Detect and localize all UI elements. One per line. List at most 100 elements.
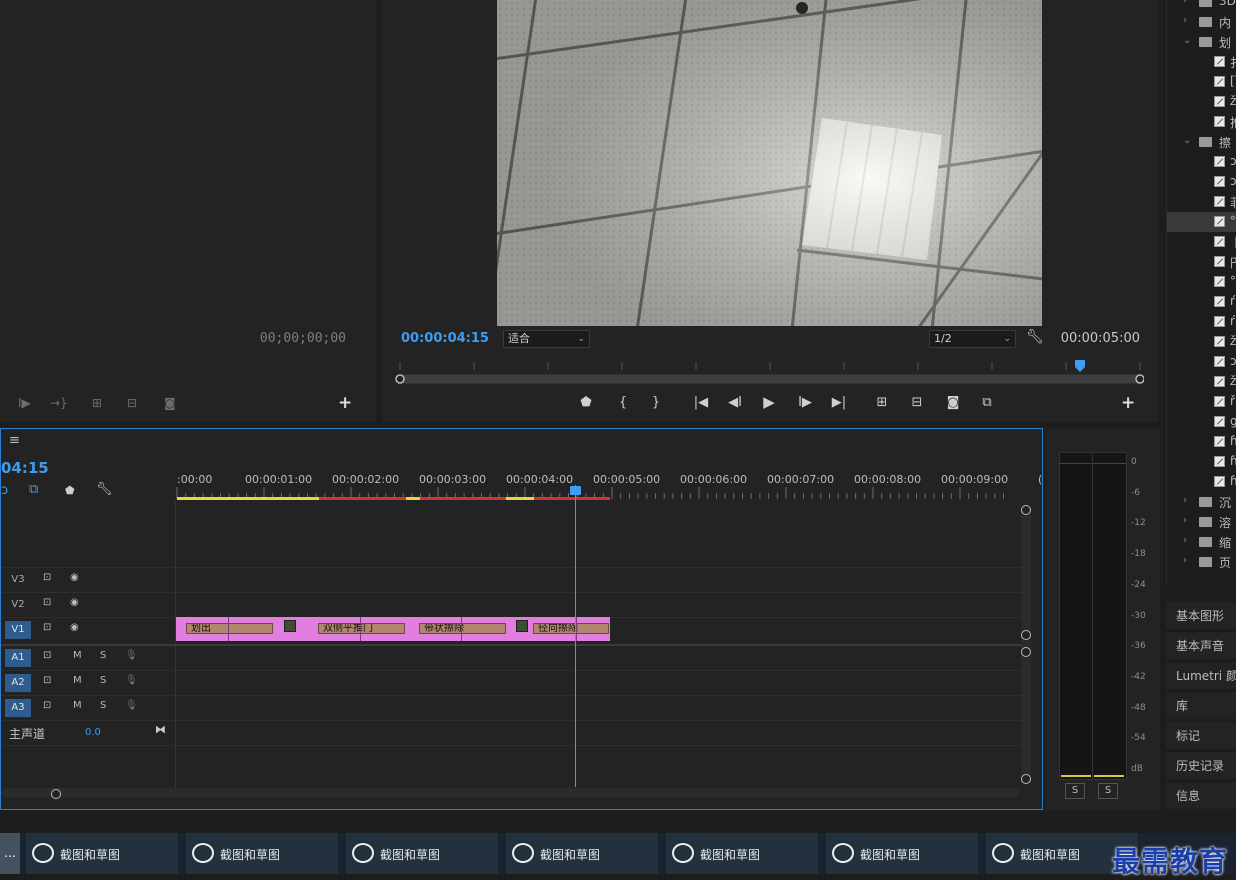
mark-in-icon[interactable]: {: [612, 395, 634, 410]
camera-icon[interactable]: ◙: [942, 395, 964, 410]
bowtie-icon[interactable]: ⧓: [155, 723, 166, 736]
side-panel-tab[interactable]: Lumetri 颜色: [1166, 661, 1236, 689]
effect-item[interactable]: ŕ: [1167, 312, 1236, 332]
effect-folder[interactable]: › 沉: [1167, 492, 1236, 512]
effect-item[interactable]: [‾: [1167, 72, 1236, 92]
effect-folder[interactable]: › 溶: [1167, 512, 1236, 532]
horizontal-scrollbar[interactable]: [1, 788, 1019, 798]
lift-icon[interactable]: ⊞: [871, 395, 893, 410]
track-target-a1[interactable]: A1: [5, 649, 31, 667]
step-forward-icon[interactable]: I▶: [794, 395, 816, 410]
compare-icon[interactable]: ⧉: [976, 395, 998, 410]
chevron-right-icon[interactable]: ›: [1183, 515, 1187, 526]
fit-select[interactable]: 适合 ⌄: [503, 330, 590, 348]
effect-item[interactable]: ɦ: [1167, 472, 1236, 492]
effect-folder[interactable]: › 缩: [1167, 532, 1236, 552]
effect-item[interactable]: ɔ: [1167, 172, 1236, 192]
film-icon[interactable]: ⊡: [43, 572, 51, 583]
effect-item[interactable]: 扌: [1167, 52, 1236, 72]
transition-clip[interactable]: 径向擦除: [533, 623, 609, 634]
chevron-right-icon[interactable]: ›: [1183, 0, 1187, 6]
side-panel-tab[interactable]: 库: [1166, 691, 1236, 719]
film-icon[interactable]: ⊡: [43, 675, 51, 686]
v1-clip-strip[interactable]: 划出 双侧平推门 带状擦除 径向擦除: [176, 617, 610, 641]
effect-item[interactable]: g: [1167, 412, 1236, 432]
chevron-right-icon[interactable]: ›: [1183, 535, 1187, 546]
timeline-playhead[interactable]: [575, 485, 576, 787]
wrench-icon[interactable]: 🔧︎: [96, 482, 113, 497]
side-panel-tab[interactable]: 标记: [1166, 721, 1236, 749]
master-volume-value[interactable]: 0.0: [85, 727, 101, 738]
film-icon[interactable]: ⊡: [43, 650, 51, 661]
effect-item[interactable]: ɔ: [1167, 352, 1236, 372]
source-timecode[interactable]: 00;00;00;00: [260, 331, 346, 346]
add-button-icon[interactable]: +: [1121, 393, 1135, 413]
linked-selection-icon[interactable]: ⧉: [29, 482, 38, 497]
panel-menu-icon[interactable]: ≡: [9, 433, 20, 448]
chevron-right-icon[interactable]: ›: [1183, 495, 1187, 506]
solo-button[interactable]: S: [100, 700, 106, 711]
extract-icon[interactable]: ⊟: [906, 395, 928, 410]
eye-icon[interactable]: ◉: [70, 622, 79, 633]
scroll-handle[interactable]: [1021, 505, 1031, 515]
mute-button[interactable]: M: [73, 700, 82, 711]
eye-icon[interactable]: ◉: [70, 597, 79, 608]
mute-button[interactable]: M: [73, 650, 82, 661]
effect-item[interactable]: °: [1167, 272, 1236, 292]
scroll-handle[interactable]: [1021, 630, 1031, 640]
effect-item[interactable]: ž: [1167, 92, 1236, 112]
taskbar-app-button[interactable]: 截图和草图: [26, 833, 178, 874]
solo-button[interactable]: S: [100, 650, 106, 661]
add-marker-icon[interactable]: ⬟: [575, 395, 597, 410]
effect-folder[interactable]: ⌄ 划: [1167, 32, 1236, 52]
track-target-a2[interactable]: A2: [5, 674, 31, 692]
effect-folder[interactable]: › 内: [1167, 12, 1236, 32]
track-target-v1[interactable]: V1: [5, 621, 31, 639]
side-panel-tab[interactable]: 基本声音: [1166, 631, 1236, 659]
eye-icon[interactable]: ◉: [70, 572, 79, 583]
step-back-icon[interactable]: ◀I: [724, 395, 746, 410]
solo-button[interactable]: S: [100, 675, 106, 686]
film-icon[interactable]: ⊡: [43, 622, 51, 633]
effect-item[interactable]: °: [1167, 212, 1236, 232]
chevron-down-icon[interactable]: ⌄: [1183, 135, 1191, 146]
chevron-right-icon[interactable]: ›: [1183, 15, 1187, 26]
microphone-icon[interactable]: 🎙︎: [125, 700, 138, 711]
film-icon[interactable]: ⊡: [43, 597, 51, 608]
film-icon[interactable]: ⊡: [43, 700, 51, 711]
program-current-timecode[interactable]: 00:00:04:15: [401, 331, 489, 346]
effect-item[interactable]: ɔ: [1167, 152, 1236, 172]
side-panel-tab[interactable]: 信息: [1166, 781, 1236, 809]
track-target-v3[interactable]: V3: [5, 571, 31, 589]
effect-item[interactable]: ř: [1167, 392, 1236, 412]
effect-item[interactable]: ɦ: [1167, 452, 1236, 472]
insert-icon[interactable]: ⊞: [92, 396, 102, 410]
chevron-right-icon[interactable]: ›: [1183, 555, 1187, 566]
resolution-select[interactable]: 1/2 ⌄: [929, 330, 1016, 348]
add-button-icon[interactable]: +: [338, 393, 352, 413]
effect-item[interactable]: 円: [1167, 252, 1236, 272]
taskbar-app-button[interactable]: 截图和草图: [186, 833, 338, 874]
effect-item[interactable]: 丨: [1167, 232, 1236, 252]
effect-item[interactable]: ŕ: [1167, 292, 1236, 312]
mark-out-icon[interactable]: }: [645, 395, 667, 410]
export-frame-icon[interactable]: ◙: [164, 396, 176, 410]
effect-item[interactable]: 推: [1167, 112, 1236, 132]
taskbar-app-button[interactable]: 截图和草图: [826, 833, 978, 874]
effect-item[interactable]: 菲: [1167, 192, 1236, 212]
go-to-in-icon[interactable]: |◀: [690, 395, 712, 410]
wrench-icon[interactable]: 🔧︎: [1026, 329, 1044, 345]
solo-right-button[interactable]: S: [1098, 783, 1118, 799]
overwrite-icon[interactable]: ⊟: [127, 396, 137, 410]
effect-folder[interactable]: › 3D: [1167, 0, 1236, 12]
step-forward-icon[interactable]: I▶: [18, 396, 31, 410]
timeline-timecode[interactable]: 04:15: [1, 459, 49, 477]
chevron-down-icon[interactable]: ⌄: [1183, 35, 1191, 46]
playhead-handle-icon[interactable]: [570, 486, 581, 495]
scroll-handle[interactable]: [1021, 647, 1031, 657]
microphone-icon[interactable]: 🎙︎: [125, 650, 138, 661]
taskbar-app-button[interactable]: 截图和草图: [506, 833, 658, 874]
track-target-a3[interactable]: A3: [5, 699, 31, 717]
taskbar-overflow-button[interactable]: ...: [0, 833, 20, 874]
scroll-handle[interactable]: [1021, 774, 1031, 784]
